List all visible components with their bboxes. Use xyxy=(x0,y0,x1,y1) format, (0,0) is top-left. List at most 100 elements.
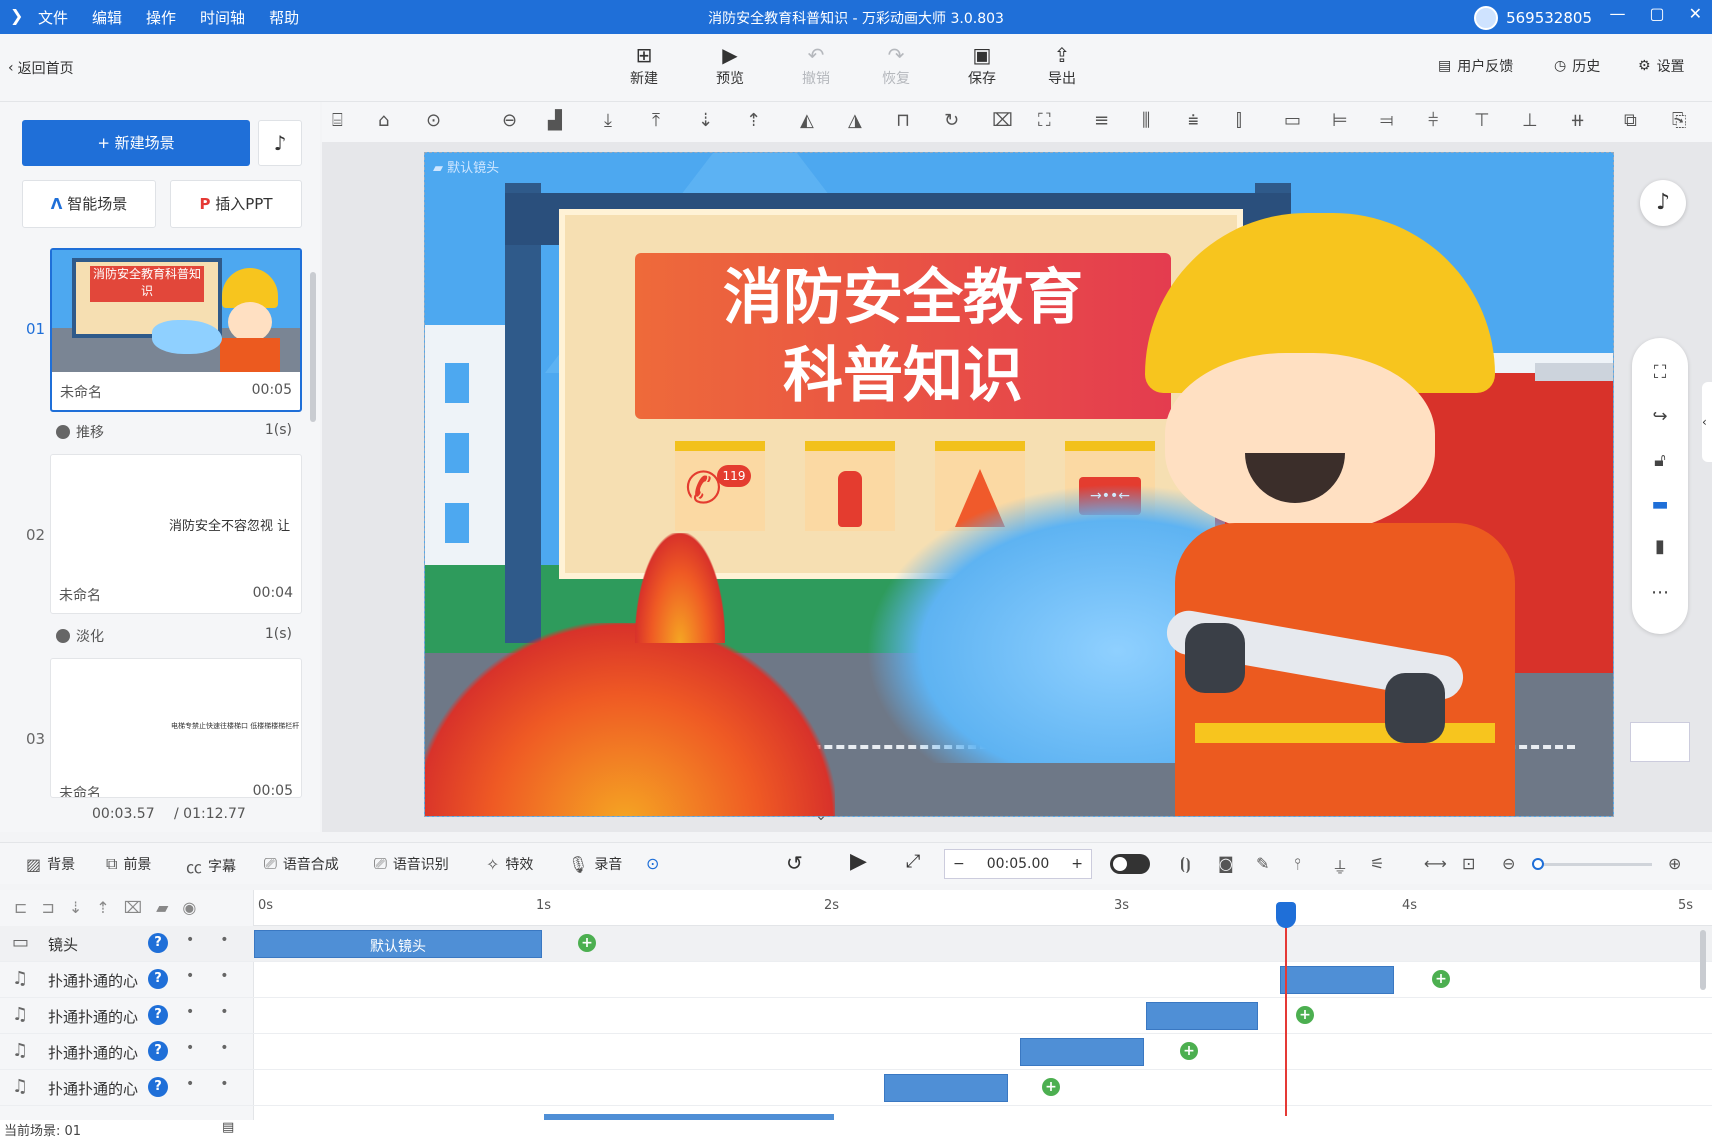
help-icon[interactable]: ? xyxy=(148,933,168,953)
mobile-icon[interactable]: ▮ xyxy=(1632,536,1688,557)
format-painter-icon[interactable]: ⌸ xyxy=(332,110,343,131)
rotate-icon[interactable]: ↻ xyxy=(944,110,959,131)
close-icon[interactable]: ✕ xyxy=(1689,4,1702,23)
lock-icon[interactable]: ▰ xyxy=(156,898,168,918)
transition-item[interactable]: 推移 1(s) xyxy=(56,422,292,442)
sliders-icon[interactable]: ⚟ xyxy=(1370,854,1384,873)
copy-icon[interactable]: ⧉ xyxy=(1624,110,1637,131)
preview-button[interactable]: ▶ 预览 xyxy=(700,42,760,88)
fit-icon[interactable]: ⛶ xyxy=(1038,110,1051,131)
timeline-ruler[interactable]: 0s 1s 2s 3s 4s 5s xyxy=(254,890,1712,926)
share-icon[interactable]: ↪ xyxy=(1632,406,1688,427)
avatar[interactable] xyxy=(1474,6,1499,30)
align-top-icon[interactable]: ⊤ xyxy=(1474,110,1490,131)
canvas-size-icon[interactable]: ▟ xyxy=(548,110,562,131)
zoom-slider[interactable] xyxy=(1532,858,1652,870)
add-folder-icon[interactable]: ⊏ xyxy=(14,898,27,918)
subtitle-button[interactable]: ㏄字幕 xyxy=(186,854,236,878)
stage-canvas[interactable]: 消防安全教育 科普知识 ✆ 119 →••← xyxy=(424,152,1614,817)
phone-sign[interactable]: ✆ 119 xyxy=(675,441,765,531)
move-up-icon[interactable]: ⇡ xyxy=(96,898,109,918)
help-icon[interactable]: ? xyxy=(148,1041,168,1061)
folder-icon[interactable]: ⊐ xyxy=(41,898,54,918)
record-button[interactable]: 🎙︎ 录音 xyxy=(568,854,622,874)
camera-snapshot-icon[interactable]: ◙ xyxy=(1218,854,1234,873)
insert-ppt-button[interactable]: P 插入PPT xyxy=(170,180,302,228)
zoom-in-icon[interactable]: ⊕ xyxy=(1668,854,1681,873)
move-down-icon[interactable]: ⇣ xyxy=(698,110,713,131)
scene-card-01[interactable]: 消防安全教育科普知识 未命名 00:05 xyxy=(50,248,302,412)
asr-button[interactable]: ⎚ 语音识别 xyxy=(374,854,449,874)
smart-scene-button[interactable]: Λ 智能场景 xyxy=(22,180,156,228)
split-icon[interactable]: ⫯ xyxy=(1294,854,1301,874)
minimize-icon[interactable]: — xyxy=(1609,4,1625,23)
playhead-handle[interactable] xyxy=(1276,902,1296,928)
help-icon[interactable]: ? xyxy=(148,969,168,989)
title-banner[interactable]: 消防安全教育 科普知识 xyxy=(635,253,1171,419)
undo-button[interactable]: ↶ 撤销 xyxy=(786,42,846,88)
add-keyframe-icon[interactable]: + xyxy=(1296,1006,1314,1024)
tts-button[interactable]: ⎚ 语音合成 xyxy=(264,854,339,874)
move-bottom-icon[interactable]: ⤓ xyxy=(604,110,612,131)
add-keyframe-icon[interactable]: + xyxy=(1432,970,1450,988)
audio-clip[interactable] xyxy=(884,1074,1008,1102)
zoom-out-icon[interactable]: ⊖ xyxy=(1502,854,1515,873)
distribute-v-icon[interactable]: ▭ xyxy=(1284,110,1301,131)
distribute-h-icon[interactable]: ⫿ xyxy=(1236,110,1242,131)
align-middle-icon[interactable]: ⫼ xyxy=(1142,110,1150,131)
effects-button[interactable]: ✧ 特效 xyxy=(486,854,533,874)
more-icon[interactable]: ⋯ xyxy=(1632,582,1688,603)
timeline-track-audio[interactable]: ♫ 扑通扑通的心 ? •• + xyxy=(0,1034,1712,1070)
align-bottom-icon[interactable]: ⩧ xyxy=(1188,110,1199,131)
move-down-icon[interactable]: ⇣ xyxy=(69,898,82,918)
scene-card-03[interactable]: 电梯专禁止快速往楼梯口 低楼梯楼梯栏杆 未命名 00:05 xyxy=(50,658,302,798)
more-tools-button[interactable]: ⊙ xyxy=(646,854,659,873)
delete-icon[interactable]: ⌧ xyxy=(124,898,142,918)
timeline-scrollbar[interactable] xyxy=(1700,930,1706,990)
align-center-icon[interactable]: ≡ xyxy=(1094,110,1109,131)
new-button[interactable]: ⊞ 新建 xyxy=(614,42,674,88)
back-home-button[interactable]: ‹ 返回首页 xyxy=(8,58,74,78)
flames[interactable] xyxy=(425,623,835,816)
background-button[interactable]: ▨ 背景 xyxy=(26,854,75,874)
flames-small[interactable] xyxy=(635,533,725,643)
bracket-icon[interactable]: ⦗⦘ xyxy=(1180,854,1191,874)
help-icon[interactable]: ? xyxy=(148,1005,168,1025)
lock-icon[interactable]: ⊓ xyxy=(896,110,910,131)
add-keyframe-icon[interactable]: + xyxy=(1042,1078,1060,1096)
timeline-track-audio[interactable]: ♫ 扑通扑通的心 ? •• + xyxy=(0,962,1712,998)
minus-icon[interactable]: − xyxy=(953,856,965,872)
foreground-button[interactable]: ⧉ 前景 xyxy=(106,854,151,874)
help-icon[interactable]: ? xyxy=(148,1077,168,1097)
scene-duration-value[interactable]: 00:05.00 xyxy=(987,856,1050,872)
camera-clip[interactable]: 默认镜头 xyxy=(254,930,542,958)
screen-icon[interactable]: ▬ xyxy=(1632,494,1688,515)
align-right-icon[interactable]: ⫤ xyxy=(1380,110,1394,131)
save-button[interactable]: ▣ 保存 xyxy=(952,42,1012,88)
move-up-icon[interactable]: ⇡ xyxy=(746,110,761,131)
fit-width-icon[interactable]: ⟷ xyxy=(1424,854,1447,873)
play-button[interactable]: ▶ xyxy=(850,849,867,874)
scene-card-02[interactable]: 消防安全不容忽视 让 未命名 00:04 xyxy=(50,454,302,614)
center-v-icon[interactable]: ⧺ xyxy=(1570,110,1585,131)
timeline-track-camera[interactable]: ▭ 镜头 ? •• 默认镜头 + xyxy=(0,926,1712,962)
one-to-one-icon[interactable]: ⊡ xyxy=(1462,854,1475,873)
more-icon[interactable]: ⊙ xyxy=(426,110,441,131)
home-icon[interactable]: ⌂ xyxy=(378,110,389,131)
replay-button[interactable]: ↺ xyxy=(786,851,803,875)
redo-button[interactable]: ↷ 恢复 xyxy=(866,42,926,88)
focus-icon[interactable]: ⛶ xyxy=(1632,362,1688,383)
transition-item[interactable]: 淡化 1(s) xyxy=(56,626,292,646)
scene-duration-stepper[interactable]: − 00:05.00 + xyxy=(944,849,1092,879)
align-base-icon[interactable]: ⊥ xyxy=(1522,110,1538,131)
chevron-down-icon[interactable]: ⌄ xyxy=(806,808,836,828)
audio-clip[interactable] xyxy=(1280,966,1394,994)
filter-icon[interactable]: ⏚ xyxy=(1332,854,1348,878)
delete-icon[interactable]: ⌧ xyxy=(992,110,1013,131)
playhead[interactable] xyxy=(1285,902,1287,1116)
eye-icon[interactable]: ◉ xyxy=(182,898,196,918)
timeline-track-audio[interactable]: ♫ 扑通扑通的心 ? •• + xyxy=(0,998,1712,1034)
export-button[interactable]: ⇪ 导出 xyxy=(1032,42,1092,88)
minimap[interactable] xyxy=(1630,722,1690,762)
user-info[interactable]: 569532805 xyxy=(1474,6,1592,30)
